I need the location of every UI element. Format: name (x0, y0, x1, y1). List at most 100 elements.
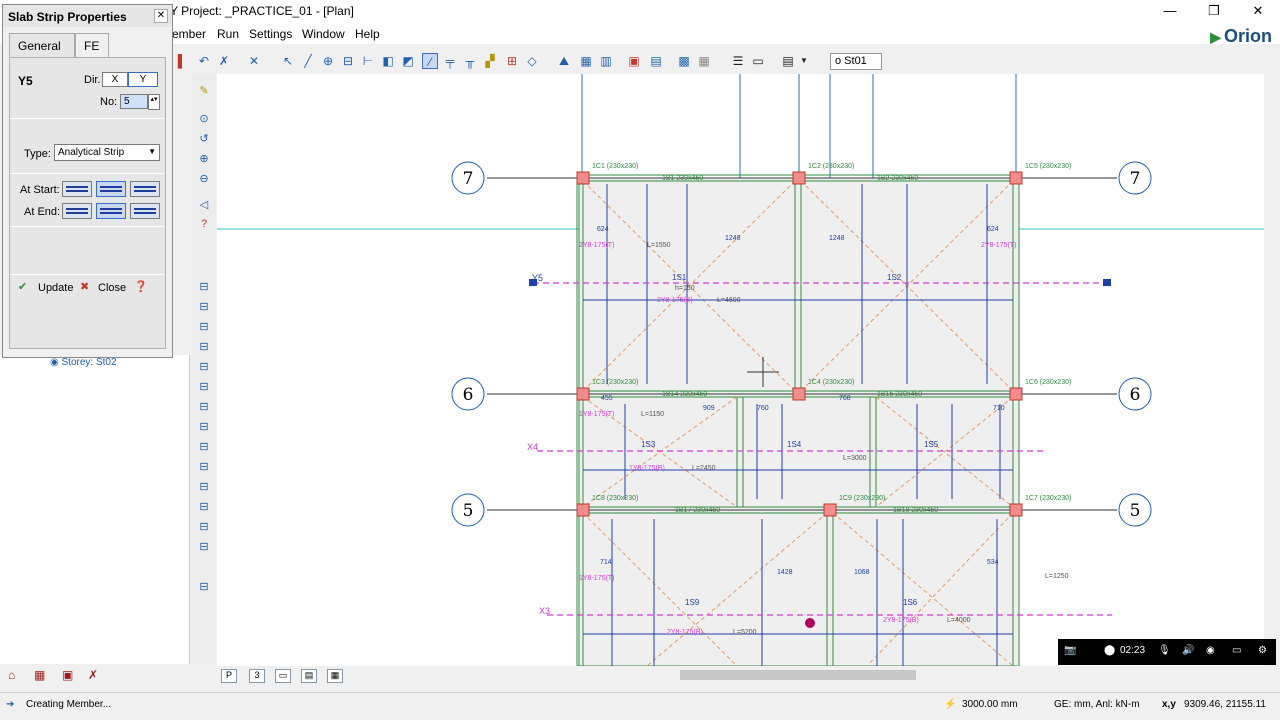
tab-fe[interactable]: FE (75, 33, 109, 57)
column-icon[interactable]: ◩ (400, 53, 416, 69)
member-tool-12-icon[interactable]: ⊟ (196, 500, 212, 516)
menu-window[interactable]: Window (302, 27, 345, 41)
member-tool-3-icon[interactable]: ⊟ (196, 320, 212, 336)
member-tool-6-icon[interactable]: ⊟ (196, 380, 212, 396)
delete-icon[interactable]: ✗ (216, 53, 232, 69)
eraser-icon[interactable]: ◇ (524, 53, 540, 69)
tab-general[interactable]: General (9, 33, 75, 57)
tree-tool-3-icon[interactable]: ▣ (62, 668, 78, 684)
member-tool-14-icon[interactable]: ⊟ (196, 540, 212, 556)
start-condition-2-button[interactable] (96, 181, 126, 197)
zoom-prev-icon[interactable]: ↺ (196, 132, 212, 148)
line-icon[interactable]: ╱ (300, 53, 316, 69)
layers-icon[interactable]: ▤ (648, 53, 664, 69)
horizontal-scroll-thumb[interactable] (680, 670, 916, 680)
close-window-button[interactable]: ✕ (1236, 0, 1280, 24)
help-icon[interactable]: ? (196, 218, 212, 234)
menu-help[interactable]: Help (355, 27, 380, 41)
vertical-scrollbar[interactable] (1264, 74, 1280, 666)
view-tab-icon[interactable]: ▭ (275, 669, 291, 683)
member-tool-10-icon[interactable]: ⊟ (196, 460, 212, 476)
zoom-icon[interactable]: ⊙ (196, 112, 212, 128)
stair-icon[interactable]: ▞ (482, 53, 498, 69)
member-tool-8-icon[interactable]: ⊟ (196, 420, 212, 436)
member-tool-2-icon[interactable]: ⊟ (196, 300, 212, 316)
help-icon[interactable]: ❓ (134, 280, 148, 293)
update-button[interactable]: Update (38, 282, 73, 294)
member-tool-7-icon[interactable]: ⊟ (196, 400, 212, 416)
type-select[interactable]: Analytical Strip ▼ (54, 144, 160, 161)
member-tool-4-icon[interactable]: ⊟ (196, 340, 212, 356)
dialog-close-icon[interactable]: ✕ (154, 9, 168, 23)
list-icon[interactable]: ☰ (730, 53, 746, 69)
member-tool-11-icon[interactable]: ⊟ (196, 480, 212, 496)
wall-icon[interactable]: ◧ (380, 53, 396, 69)
strip-tool-icon[interactable]: ⁄ (422, 53, 438, 69)
arrow-icon[interactable]: ◁ (196, 198, 212, 214)
menu-member[interactable]: ember (172, 27, 206, 41)
menu-run[interactable]: Run (217, 27, 239, 41)
beam-icon[interactable]: ⊟ (340, 53, 356, 69)
member-tool-15-icon[interactable]: ⊟ (196, 580, 212, 596)
close-button[interactable]: Close (98, 282, 126, 294)
3d-icon[interactable]: ▩ (676, 53, 692, 69)
strip-label: X4 (527, 442, 538, 452)
strip-handle-end[interactable] (1103, 279, 1111, 286)
menu-settings[interactable]: Settings (249, 27, 292, 41)
dir-y-option[interactable]: Y (128, 72, 158, 87)
view-tab-icon[interactable]: ▤ (301, 669, 317, 683)
dir-x-option[interactable]: X (102, 72, 128, 87)
record-icon[interactable]: ⬤ (1104, 645, 1115, 656)
webcam-icon[interactable]: ◉ (1206, 645, 1215, 656)
speaker-icon[interactable]: 🔊 (1182, 645, 1194, 656)
member-tool-9-icon[interactable]: ⊟ (196, 440, 212, 456)
restore-button[interactable]: ❐ (1192, 0, 1236, 24)
camera-icon[interactable]: 📷 (1064, 645, 1076, 656)
end-condition-2-button[interactable] (96, 203, 126, 219)
tree-toolbar: ⌂ ▦ ▣ ✗ (0, 664, 190, 688)
view-icon[interactable]: ▣ (626, 53, 642, 69)
member-tool-1-icon[interactable]: ⊟ (196, 280, 212, 296)
report-icon[interactable]: ▥ (598, 53, 614, 69)
red-tool-icon[interactable]: ▌ (174, 53, 190, 69)
plan-canvas[interactable]: Y5 X4 X3 7 6 5 7 6 5 1C1 (230x230) 1C2 (… (217, 74, 1264, 666)
options-dropdown-icon[interactable]: ▼ (796, 53, 812, 69)
storey-select[interactable]: o St01 (830, 53, 882, 70)
grid-icon[interactable]: ╤ (442, 53, 458, 69)
no-spinner[interactable]: ▴▾ (148, 94, 160, 110)
no-input[interactable]: 5 (120, 94, 148, 109)
load-icon[interactable]: ⊞ (504, 53, 520, 69)
view-tab-icon[interactable]: ▦ (327, 669, 343, 683)
terrain-icon[interactable]: ⛰ (556, 53, 572, 69)
mesh-icon[interactable]: ▦ (696, 53, 712, 69)
start-condition-1-button[interactable] (62, 181, 92, 197)
node-icon[interactable]: ⊕ (320, 53, 336, 69)
table-icon[interactable]: ▦ (578, 53, 594, 69)
tree-tool-4-icon[interactable]: ✗ (88, 668, 104, 684)
plan-view-tab-icon[interactable]: P (221, 669, 237, 683)
window-icon[interactable]: ▭ (1232, 645, 1241, 656)
tree-tool-2-icon[interactable]: ▦ (34, 668, 50, 684)
frame-icon[interactable]: ╥ (462, 53, 478, 69)
pointer-icon[interactable]: ↖ (280, 53, 296, 69)
start-condition-3-button[interactable] (130, 181, 160, 197)
minimize-button[interactable]: — (1148, 0, 1192, 24)
zoom-in-icon[interactable]: ⊕ (196, 152, 212, 168)
gear-icon[interactable]: ⚙ (1258, 645, 1267, 656)
end-condition-1-button[interactable] (62, 203, 92, 219)
member-tool-13-icon[interactable]: ⊟ (196, 520, 212, 536)
end-condition-3-button[interactable] (130, 203, 160, 219)
tree-tool-1-icon[interactable]: ⌂ (8, 668, 24, 684)
tree-node-storey[interactable]: ◉ Storey: St02 (50, 357, 117, 368)
select-icon[interactable]: ✕ (246, 53, 262, 69)
undo-icon[interactable]: ↶ (196, 53, 212, 69)
dim-icon[interactable]: ⊢ (360, 53, 376, 69)
options-icon[interactable]: ▤ (780, 53, 796, 69)
member-tool-5-icon[interactable]: ⊟ (196, 360, 212, 376)
3d-view-tab-icon[interactable]: 3 (249, 669, 265, 683)
zoom-out-icon[interactable]: ⊖ (196, 172, 212, 188)
mic-icon[interactable]: 🎙 (1158, 645, 1171, 656)
horizontal-scrollbar[interactable] (460, 668, 1264, 682)
pencil-icon[interactable]: ✎ (196, 84, 212, 100)
window-icon[interactable]: ▭ (750, 53, 766, 69)
